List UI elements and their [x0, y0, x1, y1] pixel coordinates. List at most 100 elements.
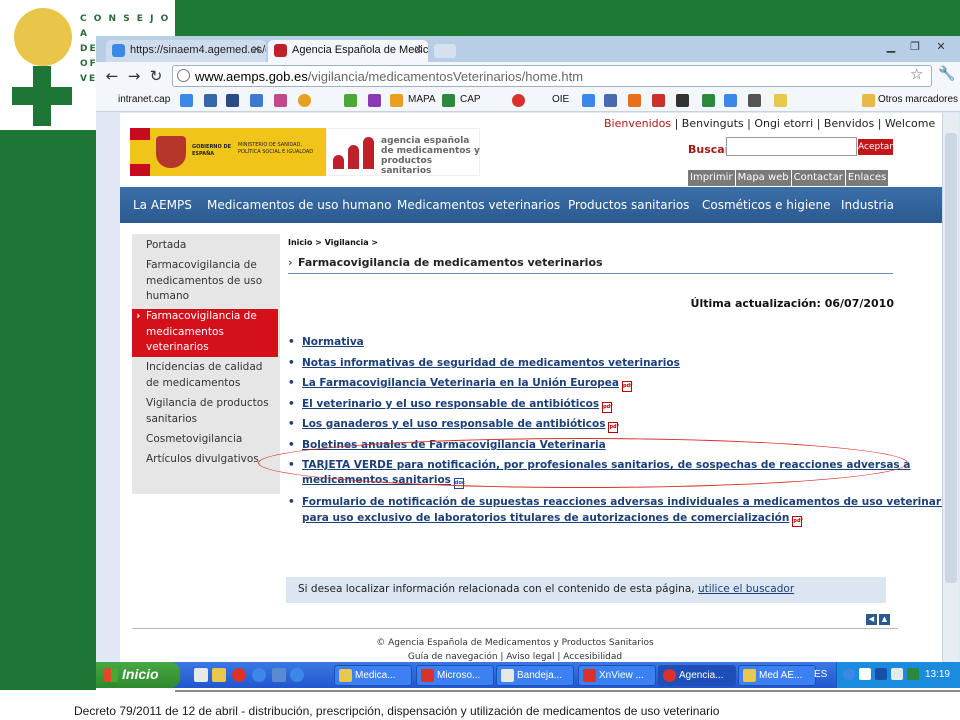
ie-icon[interactable] [290, 668, 304, 682]
chrome-icon[interactable] [232, 668, 246, 682]
bookmark-oie[interactable]: OIE [552, 94, 569, 105]
language-indicator[interactable]: ES [814, 669, 827, 680]
tab-aemps[interactable]: Agencia Española de Medicame ✕ [268, 40, 428, 62]
dropbox-icon[interactable] [724, 94, 737, 107]
close-tab-icon[interactable]: ✕ [414, 43, 423, 56]
bookmark-icon[interactable] [344, 94, 357, 107]
forward-arrow-icon[interactable]: → [124, 67, 144, 85]
lang-link-active[interactable]: Bienvenidos [604, 117, 671, 130]
sidebar-item-cosmetovigilancia[interactable]: Cosmetovigilancia [132, 432, 278, 448]
search-input[interactable] [726, 137, 857, 156]
link-notas[interactable]: • Notas informativas de seguridad de medi… [288, 357, 680, 369]
contact-button[interactable]: Contactar [791, 170, 845, 186]
link-text[interactable]: Normativa [302, 336, 364, 348]
google-bookmark-icon[interactable] [180, 94, 193, 107]
sitemap-button[interactable]: Mapa web [735, 170, 791, 186]
bookmark-icon[interactable] [652, 94, 665, 107]
bookmark-icon[interactable] [274, 94, 287, 107]
bookmark-icon[interactable] [368, 94, 381, 107]
link-fv-ue[interactable]: • La Farmacovigilancia Veterinaria en la … [288, 377, 632, 392]
gobierno-logo[interactable]: GOBIERNO DE ESPAÑA MINISTERIO DE SANIDAD… [130, 128, 326, 176]
task-medica[interactable]: Medica... [334, 665, 412, 686]
pdf-icon[interactable]: pdf [608, 422, 619, 433]
bookmark-star-icon[interactable]: ☆ [910, 65, 923, 83]
sidebar-item-productos[interactable]: Vigilancia de productos sanitarios [132, 396, 278, 427]
start-button[interactable]: Inicio [96, 662, 180, 688]
menu-item-uso-humano[interactable]: Medicamentos de uso humano [207, 198, 391, 212]
bookmark-intranet[interactable]: intranet.cap [118, 94, 170, 105]
back-arrow-icon[interactable]: ← [102, 67, 122, 85]
menu-item-veterinarios[interactable]: Medicamentos veterinarios [397, 198, 560, 212]
links-button[interactable]: Enlaces [845, 170, 889, 186]
wrench-icon[interactable]: 🔧 [938, 66, 955, 82]
pdf-icon[interactable]: pdf [621, 381, 632, 392]
task-med-ae[interactable]: Med AE... [738, 665, 816, 686]
scroll-thumb[interactable] [945, 133, 957, 583]
tray-icon[interactable] [907, 668, 919, 680]
link-formulario[interactable]: • Formulario de notificación de supuestas… [288, 496, 956, 508]
tray-icon[interactable] [875, 668, 887, 680]
close-window-icon[interactable]: ✕ [930, 40, 952, 54]
pdf-icon[interactable]: pdf [602, 402, 612, 413]
bookmark-hi-icon[interactable] [250, 94, 263, 107]
minimize-icon[interactable]: ▁ [880, 40, 902, 54]
task-microsoft[interactable]: Microso... [416, 665, 494, 686]
sidebar-item-fv-humano[interactable]: Farmacovigilancia de medicamentos de uso… [132, 258, 278, 305]
arrow-up-icon[interactable]: ▲ [879, 614, 890, 625]
sidebar-item-incidencias[interactable]: Incidencias de calidad de medicamentos [132, 360, 278, 391]
reload-icon[interactable]: ↻ [146, 67, 166, 85]
sidebar-item-fv-veterinarios[interactable]: › Farmacovigilancia de medicamentos veter… [132, 309, 278, 357]
bookmark-mapa[interactable]: MAPA [408, 94, 436, 105]
menu-item-cosmeticos[interactable]: Cosméticos e higiene [702, 198, 831, 212]
bookmark-icon[interactable] [748, 94, 761, 107]
bookmark-e-icon[interactable] [226, 94, 239, 107]
aemps-logo[interactable]: agencia española de medicamentos y produ… [326, 128, 480, 176]
breadcrumb[interactable]: Inicio > Vigilancia > [288, 238, 378, 247]
bookmark-icon[interactable] [774, 94, 787, 107]
scrollbar[interactable] [942, 113, 958, 662]
arrow-left-icon[interactable]: ◀ [866, 614, 877, 625]
sidebar-item-articulos[interactable]: Artículos divulgativos [132, 452, 278, 468]
link-normativa[interactable]: • Normativa [288, 336, 364, 348]
task-xnview[interactable]: XnView ... [578, 665, 656, 686]
quicklaunch-icon[interactable] [272, 668, 286, 682]
network-icon[interactable] [859, 668, 871, 680]
bookmark-cap[interactable]: CAP [460, 94, 481, 105]
link-text[interactable]: Formulario de notificación de supuestas … [302, 496, 956, 508]
bookmark-icon[interactable] [702, 94, 715, 107]
link-text[interactable]: para uso exclusivo de laboratorios titul… [302, 512, 789, 524]
blogger-icon[interactable] [628, 94, 641, 107]
tab-sinaem[interactable]: https://sinaem4.agemed.es/c ✕ [106, 40, 266, 62]
restore-icon[interactable]: ❐ [904, 40, 926, 54]
search-link[interactable]: utilice el buscador [698, 583, 794, 595]
link-text[interactable]: Notas informativas de seguridad de medic… [302, 357, 680, 369]
tray-icon[interactable] [843, 668, 855, 680]
link-text[interactable]: El veterinario y el uso responsable de a… [302, 398, 599, 410]
address-bar[interactable]: www.aemps.gob.es/vigilancia/medicamentos… [172, 65, 932, 87]
lang-links-rest[interactable]: | Benvinguts | Ongi etorri | Benvidos | … [671, 117, 936, 130]
link-text[interactable]: La Farmacovigilancia Veterinaria en la U… [302, 377, 619, 389]
bookmark-icon[interactable] [604, 94, 617, 107]
tray-icon[interactable] [891, 668, 903, 680]
task-bandeja[interactable]: Bandeja... [496, 665, 574, 686]
task-agencia[interactable]: Agencia... [658, 665, 736, 686]
print-button[interactable]: Imprimir [688, 170, 735, 186]
ie-icon[interactable] [252, 668, 266, 682]
menu-item-industria[interactable]: Industria [841, 198, 894, 212]
menu-item-productos-sanitarios[interactable]: Productos sanitarios [568, 198, 689, 212]
quicklaunch-icon[interactable] [194, 668, 208, 682]
close-tab-icon[interactable]: ✕ [252, 43, 261, 56]
link-veterinario[interactable]: • El veterinario y el uso responsable de … [288, 398, 612, 413]
search-button[interactable]: Aceptar [858, 139, 893, 155]
menu-item-aemps[interactable]: La AEMPS [133, 198, 192, 212]
language-links[interactable]: Bienvenidos | Benvinguts | Ongi etorri |… [604, 117, 935, 130]
bookmark-other[interactable]: Otros marcadores [878, 94, 958, 105]
new-tab-button[interactable] [434, 44, 456, 58]
link-ganaderos[interactable]: • Los ganaderos y el uso responsable de a… [288, 418, 619, 433]
pdf-icon[interactable]: pdf [792, 516, 803, 527]
bookmark-icon[interactable] [676, 94, 689, 107]
bookmark-icon[interactable] [298, 94, 311, 107]
link-formulario-cont[interactable]: para uso exclusivo de laboratorios titul… [288, 512, 803, 527]
link-text[interactable]: Los ganaderos y el uso responsable de an… [302, 418, 605, 430]
bookmark-icon[interactable] [204, 94, 217, 107]
